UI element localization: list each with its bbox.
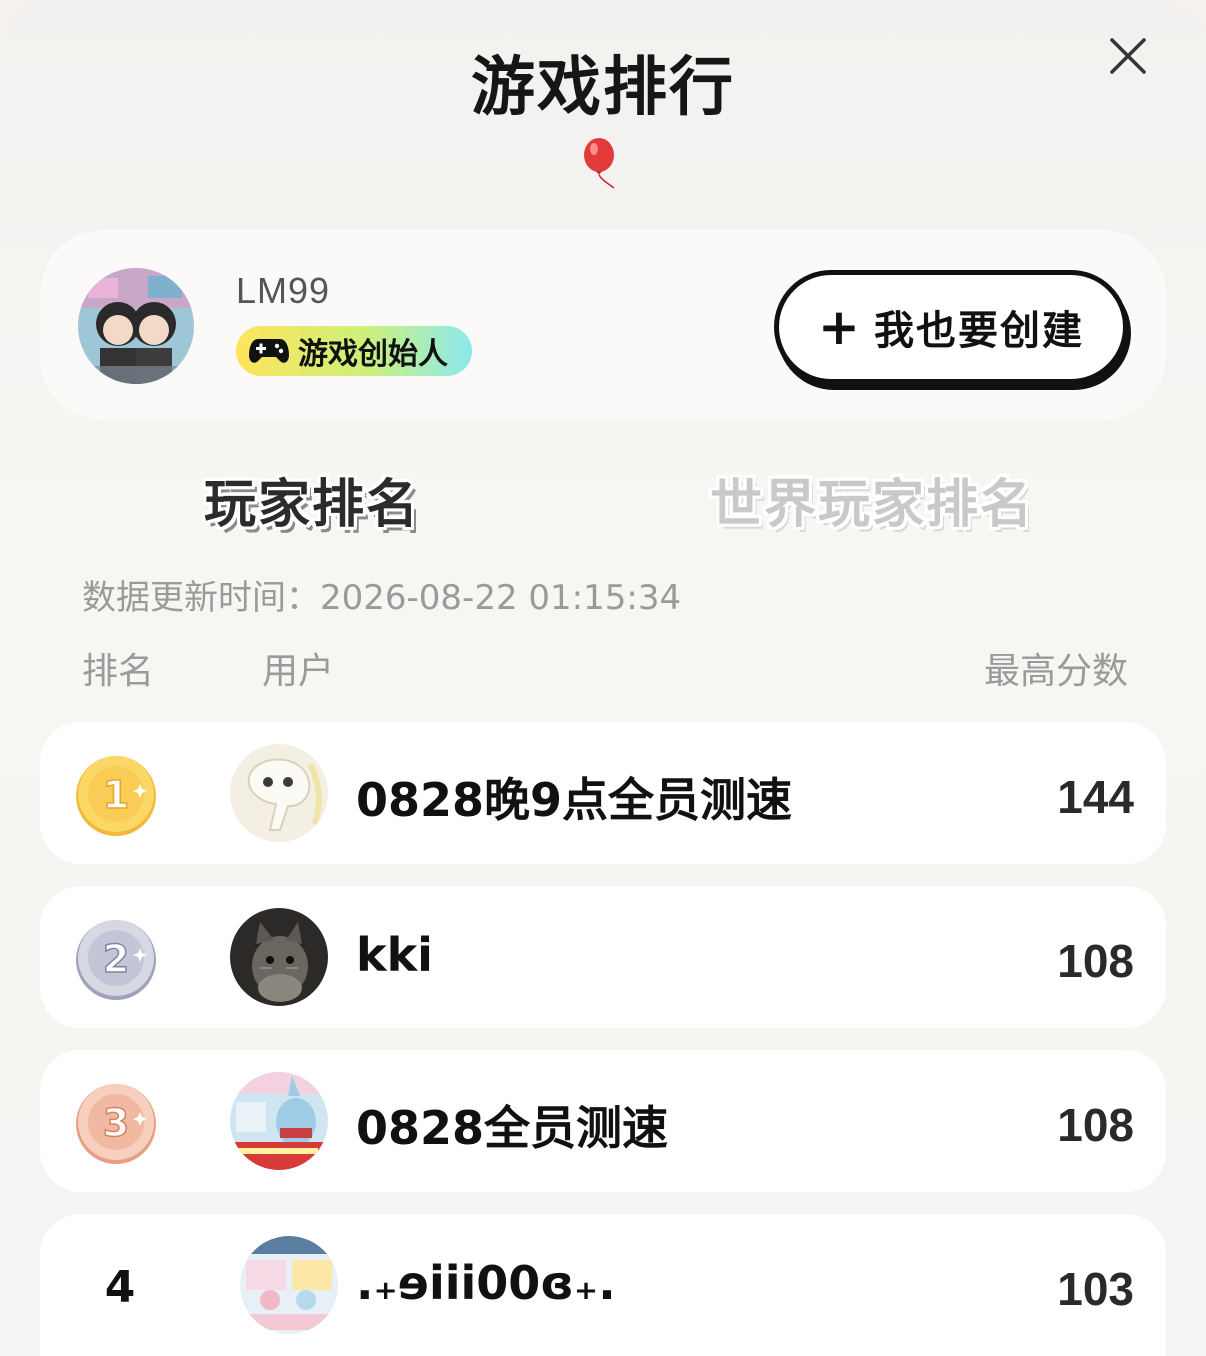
founder-badge: 游戏创始人 [236,326,472,376]
gamepad-icon [249,339,289,363]
player-avatar[interactable] [230,1072,328,1170]
close-icon[interactable] [1104,32,1152,80]
rank-number: 4 [104,1262,136,1313]
tab-world-ranking[interactable]: 世界玩家排名 [710,462,1034,537]
player-avatar[interactable] [230,744,328,842]
profile-username: LM99 [236,270,331,311]
svg-text:2: 2 [103,937,129,981]
silver-medal-icon: 2 [76,920,156,1000]
column-header-score: 最高分数 [984,651,1129,692]
player-score: 103 [1057,1263,1134,1315]
plus-icon: + [818,298,860,356]
user-avatar[interactable] [78,268,194,384]
profile-card: LM99 游戏创始人 + 我也要创建 [40,230,1166,420]
leaderboard-row[interactable]: 1 0828晚9点全员测速 144 [40,722,1166,864]
leaderboard-row[interactable]: 4 .₊ɘiii00ɞ₊. 103 [40,1214,1166,1356]
leaderboard-row[interactable]: 3 0828全员测速 108 [40,1050,1166,1192]
leaderboard-row[interactable]: 2 kki 108 [40,886,1166,1028]
player-avatar[interactable] [230,908,328,1006]
gold-medal-icon: 1 [76,756,156,836]
leaderboard-sheet: 游戏排行 LM99 游戏创始人 + 我也要创建 玩家排名 世界玩家排名 数据更新… [0,0,1206,1356]
svg-text:3: 3 [103,1101,129,1145]
player-name: kki [356,928,433,982]
page-title: 游戏排行 [471,51,735,125]
column-header-rank: 排名 [82,651,155,692]
svg-text:1: 1 [103,773,129,817]
player-avatar[interactable] [240,1236,338,1334]
bronze-medal-icon: 3 [76,1084,156,1164]
create-game-button[interactable]: + 我也要创建 [774,270,1128,384]
update-time: 数据更新时间：2026-08-22 01:15:34 [82,578,682,618]
tab-player-ranking[interactable]: 玩家排名 [204,462,420,537]
player-name: 0828晚9点全员测速 [356,773,793,827]
badge-label: 游戏创始人 [298,337,448,372]
balloon-icon [584,138,615,189]
column-header-user: 用户 [262,651,335,692]
player-score: 144 [1057,771,1134,823]
player-name: .₊ɘiii00ɞ₊. [356,1256,616,1310]
player-score: 108 [1057,1099,1134,1151]
player-score: 108 [1057,935,1134,987]
create-button-label: 我也要创建 [873,308,1084,354]
player-name: 0828全员测速 [356,1101,669,1155]
